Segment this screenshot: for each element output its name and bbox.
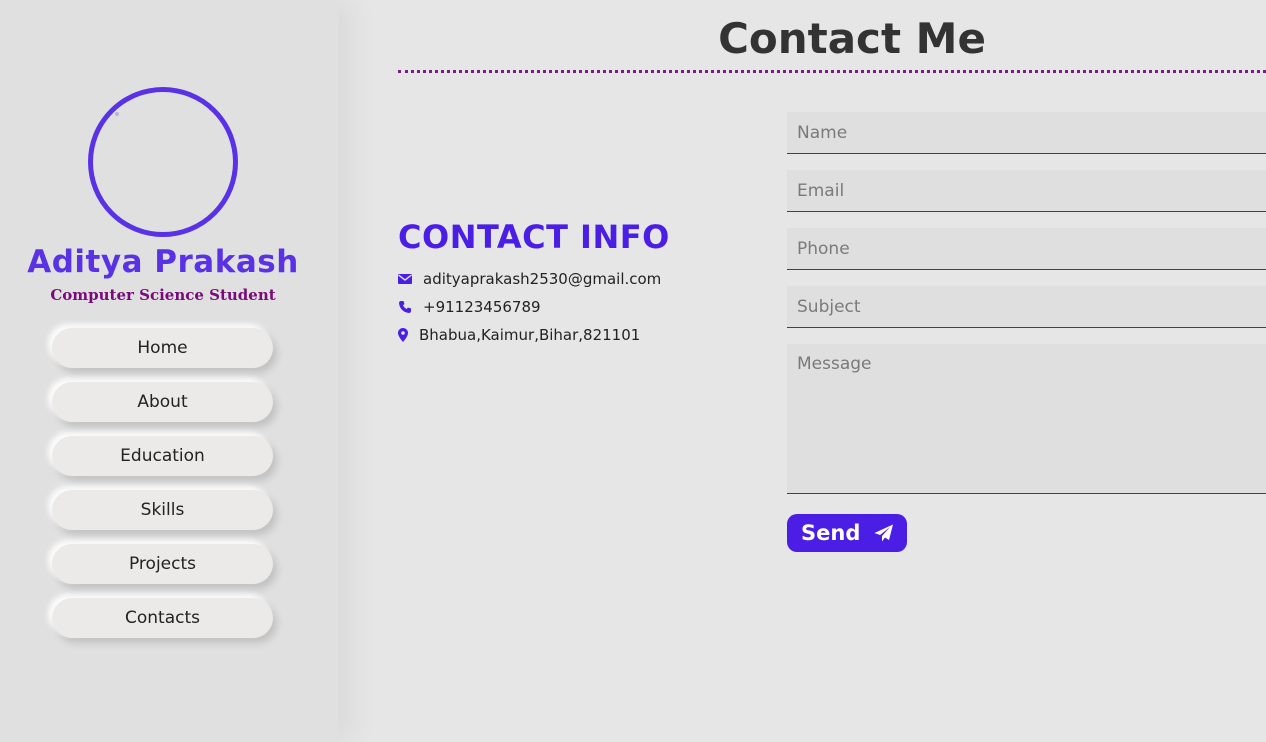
contact-email-row: adityaprakash2530@gmail.com	[398, 270, 661, 288]
map-pin-icon	[398, 328, 408, 342]
subject-input[interactable]	[787, 286, 1266, 328]
contact-phone[interactable]: +91123456789	[423, 298, 541, 316]
message-textarea[interactable]	[787, 344, 1266, 494]
envelope-icon	[398, 272, 412, 286]
phone-input[interactable]	[787, 228, 1266, 270]
contact-address-row: Bhabua,Kaimur,Bihar,821101	[398, 326, 640, 344]
nav-item-education[interactable]: Education	[52, 436, 273, 476]
nav-item-home[interactable]: Home	[52, 328, 273, 368]
name-input[interactable]	[787, 112, 1266, 154]
contact-info-heading: CONTACT INFO	[398, 218, 670, 256]
phone-icon	[398, 300, 412, 314]
sidebar: Aditya Prakash Computer Science Student …	[0, 0, 338, 742]
title-divider	[398, 70, 1266, 73]
profile-role: Computer Science Student	[50, 286, 276, 304]
contact-address: Bhabua,Kaimur,Bihar,821101	[419, 326, 641, 344]
nav-item-about[interactable]: About	[52, 382, 273, 422]
profile-name: Aditya Prakash	[27, 244, 299, 280]
avatar	[88, 87, 238, 237]
email-input[interactable]	[787, 170, 1266, 212]
send-button-label: Send	[801, 521, 861, 545]
contact-email[interactable]: adityaprakash2530@gmail.com	[423, 270, 661, 288]
nav-item-contacts[interactable]: Contacts	[52, 598, 273, 638]
contact-phone-row: +91123456789	[398, 298, 541, 316]
nav-item-skills[interactable]: Skills	[52, 490, 273, 530]
paper-plane-icon	[874, 524, 894, 542]
nav-item-projects[interactable]: Projects	[52, 544, 273, 584]
avatar-placeholder	[115, 112, 119, 116]
sidebar-nav: Home About Education Skills Projects Con…	[52, 328, 273, 652]
page-title: Contact Me	[718, 14, 986, 63]
send-button[interactable]: Send	[787, 514, 907, 552]
